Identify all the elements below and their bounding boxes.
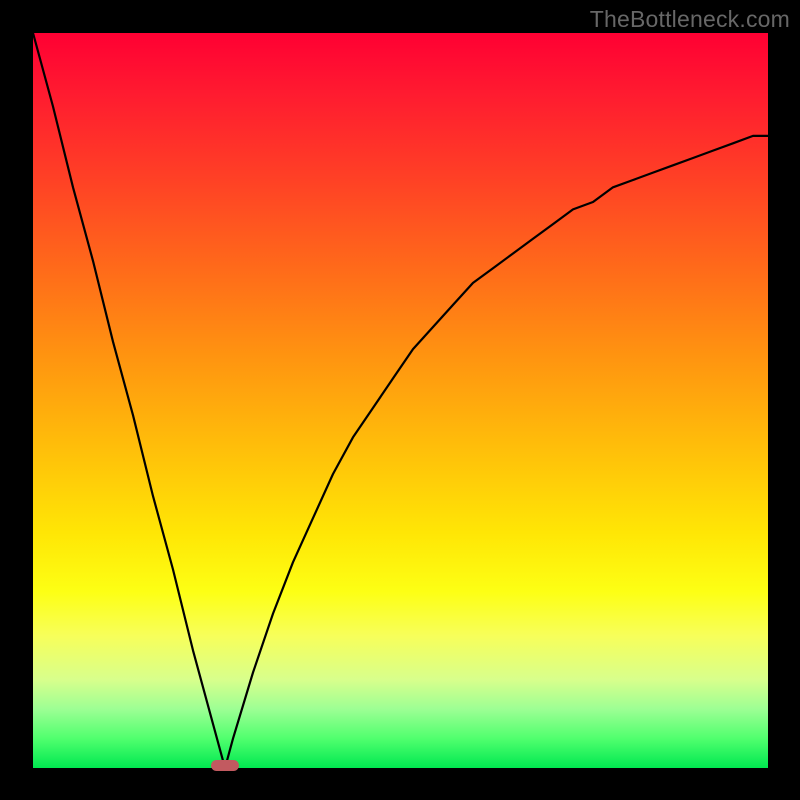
minimum-marker (211, 760, 239, 771)
watermark-text: TheBottleneck.com (590, 6, 790, 33)
chart-frame: TheBottleneck.com (0, 0, 800, 800)
bottleneck-curve (33, 33, 768, 768)
plot-area (33, 33, 768, 768)
